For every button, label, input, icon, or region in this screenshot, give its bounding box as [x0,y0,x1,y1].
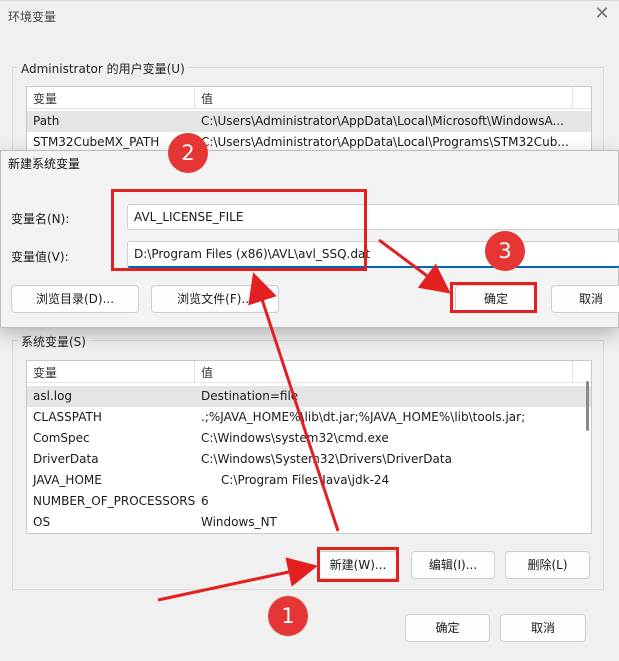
annotation-arrows [157,238,451,602]
step-badge-3: 3 [485,231,525,271]
step-badge-1: 1 [268,596,308,636]
step-badge-2: 2 [168,133,208,173]
arrow-to-fields [248,272,340,532]
arrow-to-ok [378,238,451,294]
